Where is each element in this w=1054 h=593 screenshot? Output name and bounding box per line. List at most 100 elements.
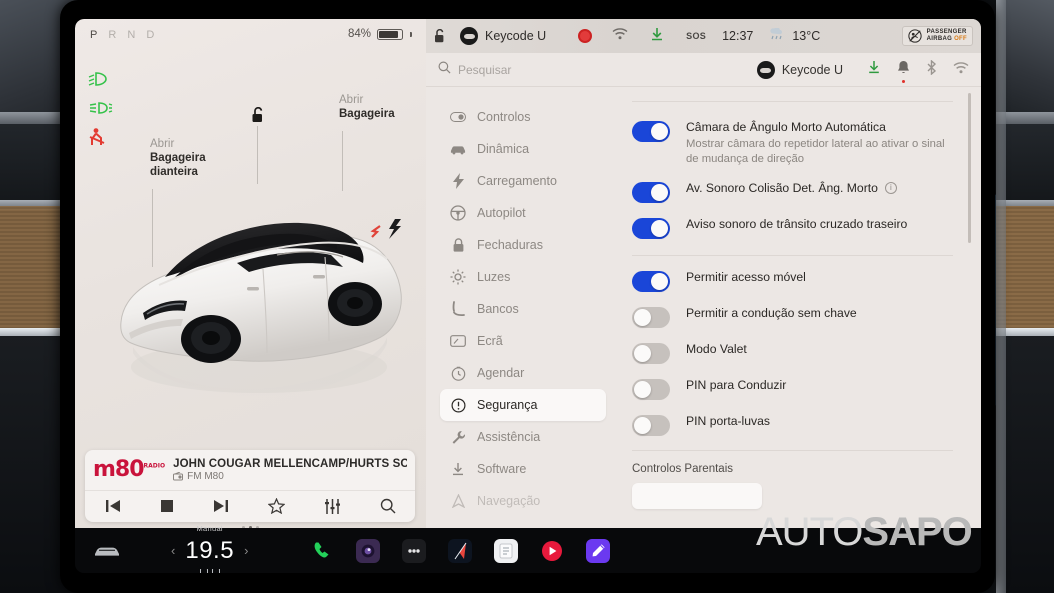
setting-row-rear-cross-traffic-chime[interactable]: Aviso sonoro de trânsito cruzado traseir… xyxy=(632,207,953,243)
sidebar-item-seguranca[interactable]: Segurança xyxy=(440,389,606,421)
toggle-rear-cross-traffic-chime[interactable] xyxy=(632,218,670,239)
vehicle-status-bar: Keycode U SOS 12:37 13°C PASSENGER AIRBA… xyxy=(426,19,981,53)
callout-rear-trunk[interactable]: Abrir Bagageira xyxy=(339,93,395,121)
next-icon[interactable] xyxy=(213,499,229,513)
setting-row-valet-mode[interactable]: Modo Valet xyxy=(632,332,953,368)
vehicle-render[interactable] xyxy=(87,171,417,426)
car-front-icon[interactable] xyxy=(89,544,125,558)
account-chip[interactable]: Keycode U xyxy=(756,60,843,79)
record-icon[interactable] xyxy=(578,29,593,43)
sun-light-icon xyxy=(450,269,466,285)
system-icon-tray xyxy=(867,58,969,83)
sos-icon[interactable]: SOS xyxy=(686,31,706,41)
sidebar-item-dinamica[interactable]: Dinâmica xyxy=(440,133,606,165)
setting-row-blind-spot-collision-chime[interactable]: Av. Sonoro Colisão Det. Âng. Morto i xyxy=(632,171,953,207)
settings-pane: Keycode U SOS 12:37 13°C PASSENGER AIRBA… xyxy=(426,19,981,528)
info-icon[interactable]: i xyxy=(884,182,897,194)
sidebar-item-assistencia[interactable]: Assistência xyxy=(440,421,606,453)
apps-grid-icon[interactable] xyxy=(402,538,427,563)
wifi-icon[interactable] xyxy=(612,27,628,45)
battery-indicator: 84% xyxy=(348,28,412,40)
notification-bell-icon[interactable] xyxy=(897,60,910,83)
previous-icon[interactable] xyxy=(105,499,121,513)
download-icon[interactable] xyxy=(867,60,881,79)
download-icon[interactable] xyxy=(650,27,664,46)
sidebar-item-label: Fechaduras xyxy=(477,238,544,252)
toggle-keyless-driving[interactable] xyxy=(632,307,670,328)
toggle-glovebox-pin[interactable] xyxy=(632,415,670,436)
temperature-value: 19.5 xyxy=(185,536,235,564)
sidebar-item-software[interactable]: Software xyxy=(440,453,606,485)
sidebar-item-controlos[interactable]: Controlos xyxy=(440,101,606,133)
climate-mode-label: Manual xyxy=(196,523,223,533)
stop-icon[interactable] xyxy=(160,499,174,513)
equalizer-icon[interactable] xyxy=(324,498,341,514)
light-rain-icon xyxy=(769,27,785,45)
sidebar-item-label: Controlos xyxy=(477,110,531,124)
seatbelt-unbuckled-icon xyxy=(87,127,107,147)
radio-icon xyxy=(173,472,184,481)
sidebar-item-navegacao[interactable]: Navegação xyxy=(440,485,606,517)
setting-row-pin-to-drive[interactable]: PIN para Conduzir xyxy=(632,368,953,404)
passenger-airbag-indicator: PASSENGER AIRBAG OFF xyxy=(901,26,973,46)
climate-temperature-control[interactable]: Manual ‹ 19.5 › xyxy=(171,524,248,573)
favorite-star-icon[interactable] xyxy=(267,498,285,514)
divider xyxy=(632,450,953,451)
sidebar-item-label: Carregamento xyxy=(477,174,557,188)
sidebar-item-fechaduras[interactable]: Fechaduras xyxy=(440,229,606,261)
media-player-card[interactable]: m80RADIO JOHN COUGAR MELLENCAMP/HURTS SO… xyxy=(85,450,415,522)
bluetooth-icon[interactable] xyxy=(926,58,937,80)
search-icon[interactable] xyxy=(380,498,396,514)
phone-app-icon[interactable] xyxy=(310,539,334,563)
sidebar-item-label: Navegação xyxy=(477,494,541,508)
maps-app-icon[interactable] xyxy=(448,538,473,563)
sidebar-item-label: Dinâmica xyxy=(477,142,530,156)
sidebar-item-bancos[interactable]: Bancos xyxy=(440,293,606,325)
toggle-pin-to-drive[interactable] xyxy=(632,379,670,400)
setting-row-mobile-access[interactable]: Permitir acesso móvel xyxy=(632,260,953,296)
toggle-blind-spot-collision-chime[interactable] xyxy=(632,182,670,203)
toggle-auto-blind-spot-camera[interactable] xyxy=(632,121,670,142)
sidebar-item-ecra[interactable]: Ecrã xyxy=(440,325,606,357)
seat-heater-left-icon xyxy=(199,568,208,573)
youtube-music-app-icon[interactable] xyxy=(540,539,564,563)
sidebar-item-autopilot[interactable]: Autopilot xyxy=(440,197,606,229)
airbag-off-icon xyxy=(908,29,922,43)
divider xyxy=(632,101,953,102)
download-icon xyxy=(450,461,466,477)
unlocked-padlock-icon[interactable] xyxy=(251,106,265,129)
setting-row-glovebox-pin[interactable]: PIN porta-luvas xyxy=(632,404,953,440)
seat-heater-indicators[interactable] xyxy=(199,568,220,573)
temp-decrease-button[interactable]: ‹ xyxy=(171,543,175,558)
screenshot-root: P R N D 84% Abrir Bagageira dianteira Ab… xyxy=(0,0,1054,593)
app-launcher-row xyxy=(310,538,611,563)
gear-indicator: P R N D xyxy=(90,29,159,41)
search-input[interactable] xyxy=(458,62,628,77)
sidebar-item-luzes[interactable]: Luzes xyxy=(440,261,606,293)
toggle-mobile-access[interactable] xyxy=(632,271,670,292)
profile-name[interactable]: Keycode U xyxy=(485,29,546,43)
unlocked-padlock-icon[interactable] xyxy=(434,28,446,44)
sidebar-item-agendar[interactable]: Agendar xyxy=(440,357,606,389)
sidebar-item-label: Segurança xyxy=(477,398,538,412)
parental-controls-field[interactable] xyxy=(632,483,762,509)
temp-increase-button[interactable]: › xyxy=(244,543,248,558)
notes-app-icon[interactable] xyxy=(494,538,519,563)
setting-label: PIN porta-luvas xyxy=(686,414,770,428)
sidebar-item-carregamento[interactable]: Carregamento xyxy=(440,165,606,197)
wifi-icon[interactable] xyxy=(953,61,969,79)
wrench-icon xyxy=(450,429,466,445)
avatar[interactable] xyxy=(460,27,478,45)
setting-row-keyless-driving[interactable]: Permitir a condução sem chave xyxy=(632,296,953,332)
sidebar-item-label: Luzes xyxy=(477,270,511,284)
search-icon xyxy=(438,61,451,79)
content-scrollbar[interactable] xyxy=(968,93,971,243)
clock-schedule-icon xyxy=(450,365,466,381)
now-playing-title: JOHN COUGAR MELLENCAMP/HURTS SO GOOD xyxy=(173,458,407,470)
headlight-low-beam-icon xyxy=(87,71,111,87)
setting-row-auto-blind-spot-camera[interactable]: Câmara de Ângulo Morto Automática Mostra… xyxy=(632,110,953,171)
search-container[interactable] xyxy=(438,61,749,79)
camera-app-icon[interactable] xyxy=(356,538,381,563)
toggle-valet-mode[interactable] xyxy=(632,343,670,364)
karaoke-app-icon[interactable] xyxy=(586,538,611,563)
